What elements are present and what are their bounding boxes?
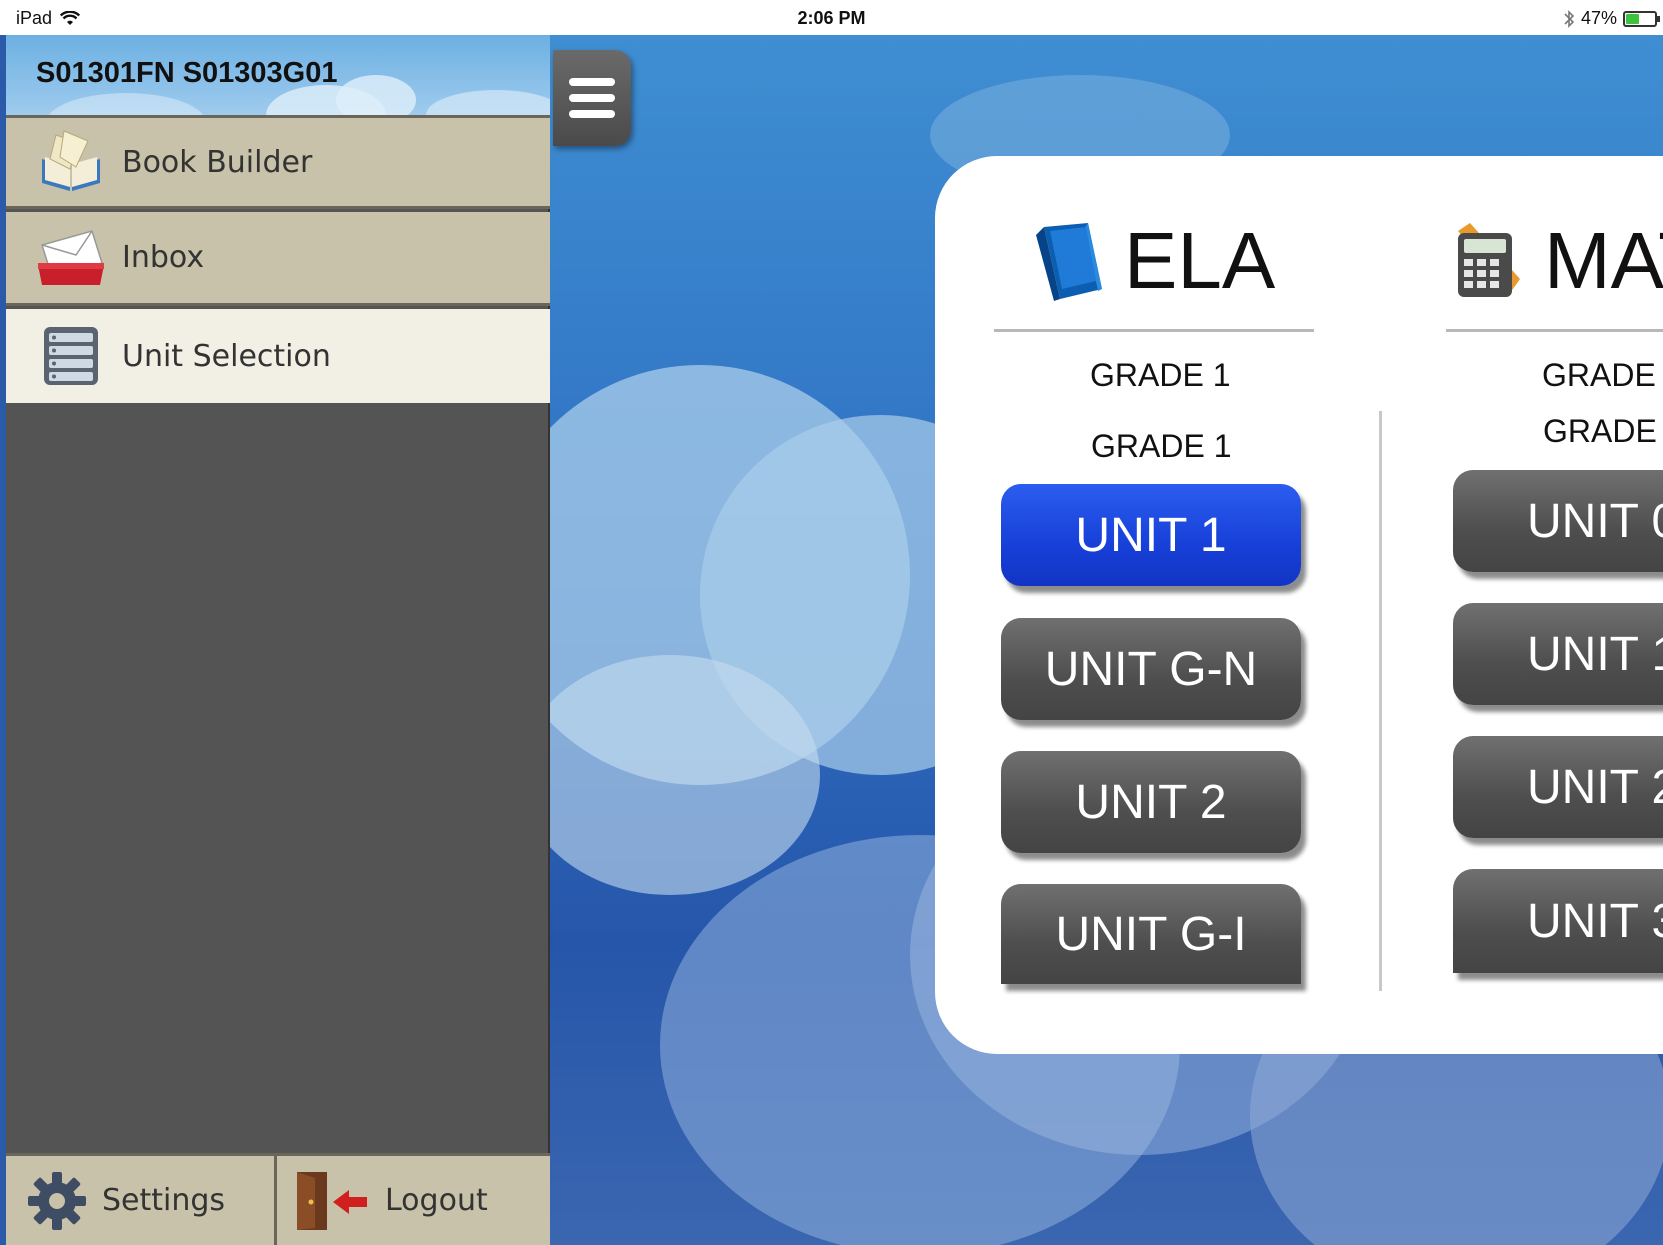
sidebar-item-inbox[interactable]: Inbox xyxy=(6,212,550,306)
logout-label: Logout xyxy=(385,1183,488,1218)
ela-title-label: ELA xyxy=(1124,216,1276,305)
unit-selection-icon xyxy=(36,321,106,391)
sidebar-footer: Settings Logout xyxy=(6,1153,550,1245)
battery-percent: 47% xyxy=(1580,8,1617,28)
ela-unit-g-i-button[interactable]: UNIT G-I xyxy=(1001,884,1301,984)
column-divider xyxy=(1379,411,1382,991)
sidebar-item-unit-selection[interactable]: Unit Selection xyxy=(6,309,550,403)
math-grade-heading: GRADE xyxy=(1542,357,1656,393)
ela-unit-1-button[interactable]: UNIT 1 xyxy=(1001,484,1301,586)
ela-unit-g-n-button[interactable]: UNIT G-N xyxy=(1001,618,1301,720)
menu-toggle-button[interactable] xyxy=(553,50,631,146)
logout-button[interactable]: Logout xyxy=(277,1153,550,1245)
bluetooth-icon xyxy=(1564,9,1575,28)
hamburger-icon xyxy=(569,78,615,118)
sidebar-item-book-builder[interactable]: Book Builder xyxy=(6,115,550,209)
header-cloud xyxy=(46,93,206,115)
math-title-label: MAT xyxy=(1544,216,1663,305)
math-unit-0-button[interactable]: UNIT 0 xyxy=(1453,470,1663,572)
math-title-rule xyxy=(1446,329,1663,332)
status-time: 2:06 PM xyxy=(797,8,866,28)
sidebar-item-label: Unit Selection xyxy=(122,338,331,374)
inbox-icon xyxy=(36,223,106,293)
status-bar: iPad 2:06 PM 47% xyxy=(0,0,1663,35)
calculator-icon xyxy=(1458,223,1520,297)
sidebar-item-label: Book Builder xyxy=(122,144,313,180)
math-unit-1-button[interactable]: UNIT 1 xyxy=(1453,603,1663,705)
ela-grade-heading: GRADE 1 xyxy=(1090,357,1231,393)
math-unit-2-button[interactable]: UNIT 2 xyxy=(1453,736,1663,838)
battery-icon xyxy=(1623,10,1660,27)
ela-grade-subheading: GRADE 1 xyxy=(1091,428,1232,464)
ela-unit-2-button[interactable]: UNIT 2 xyxy=(1001,751,1301,853)
book-builder-icon xyxy=(36,127,106,197)
student-id-title: S01301FN S01303G01 xyxy=(36,57,338,89)
math-title: MAT xyxy=(1450,215,1663,307)
ela-title-rule xyxy=(994,329,1314,332)
sidebar-item-label: Inbox xyxy=(122,240,205,275)
ela-title: ELA xyxy=(1030,215,1275,307)
settings-label: Settings xyxy=(102,1183,226,1218)
header-cloud xyxy=(426,90,550,115)
door-exit-icon xyxy=(297,1171,367,1230)
gear-icon xyxy=(28,1171,86,1230)
status-right: 47% xyxy=(1563,8,1660,29)
settings-button[interactable]: Settings xyxy=(6,1153,277,1245)
sidebar-header: S01301FN S01303G01 xyxy=(6,35,550,115)
math-unit-3-button[interactable]: UNIT 3 xyxy=(1453,869,1663,973)
math-grade-subheading: GRADE xyxy=(1543,413,1657,449)
sidebar: S01301FN S01303G01 Book Builder Inbox Un… xyxy=(6,35,550,1245)
header-cloud xyxy=(336,75,416,115)
battery-fill xyxy=(1626,13,1639,24)
book-icon xyxy=(1036,223,1102,301)
